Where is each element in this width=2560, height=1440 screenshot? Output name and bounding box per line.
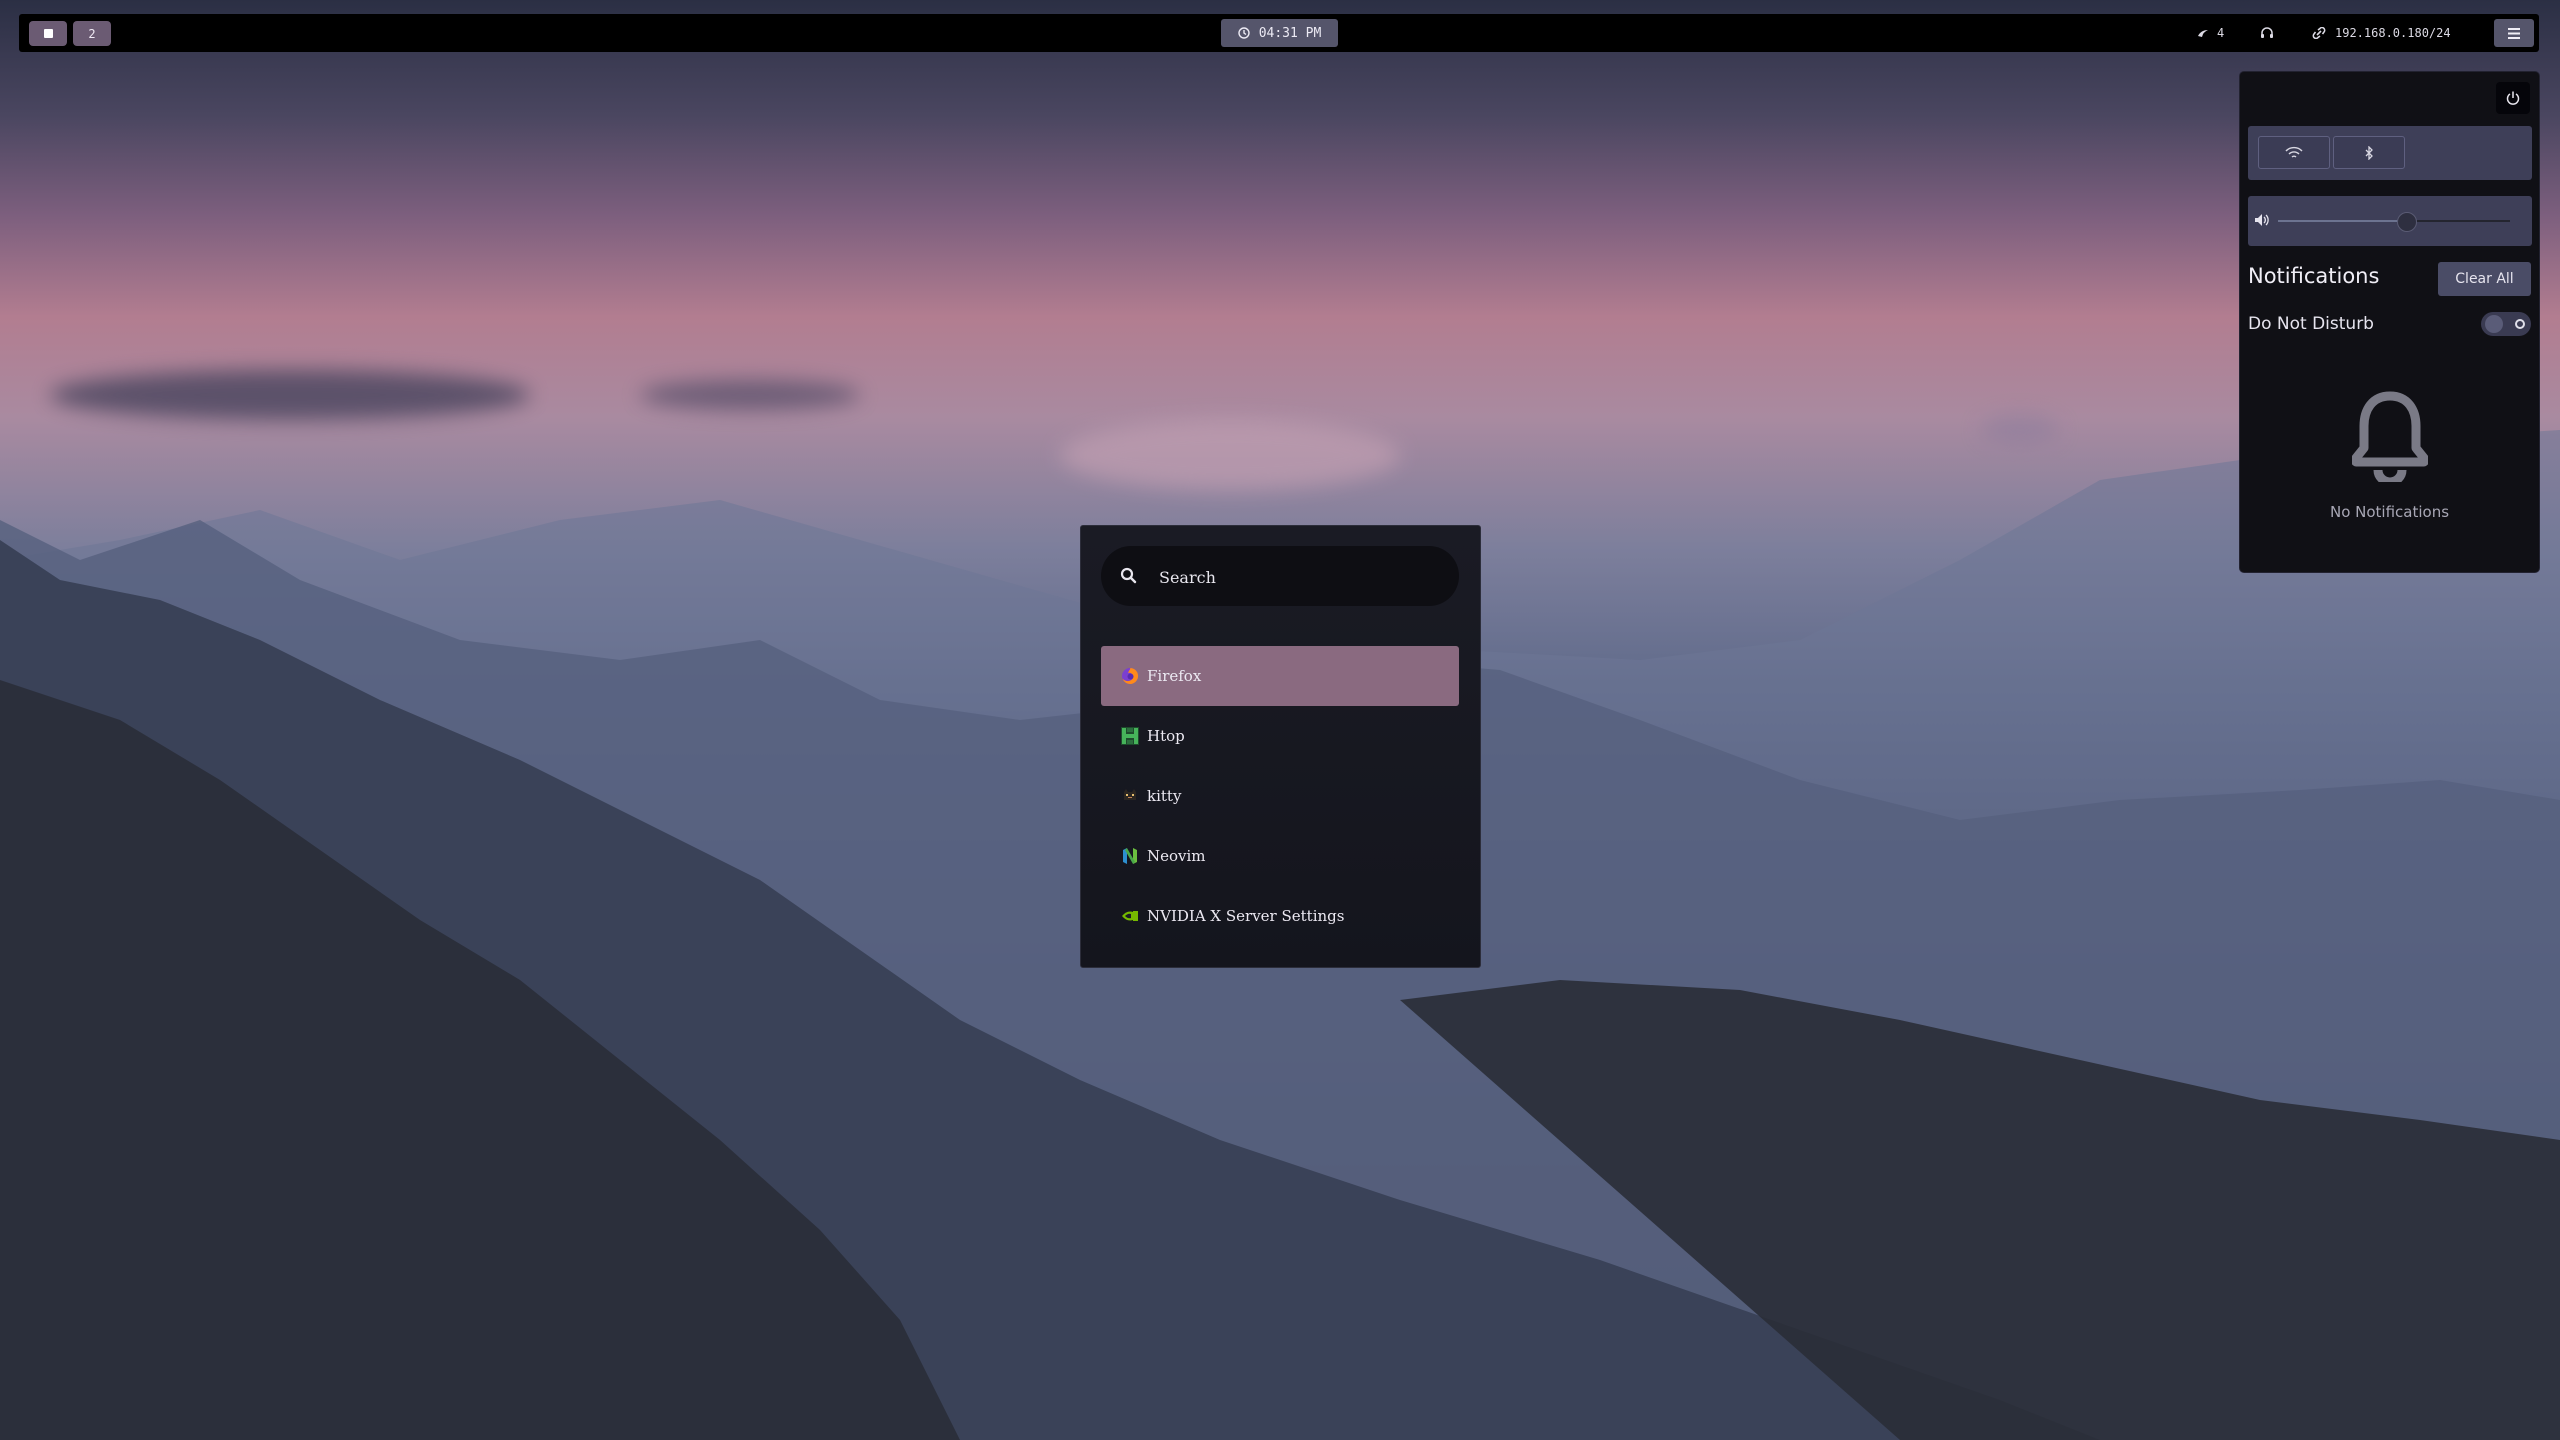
power-button[interactable] bbox=[2496, 82, 2530, 114]
app-item-htop[interactable]: Htop bbox=[1101, 706, 1459, 766]
active-workspace-indicator bbox=[43, 29, 53, 38]
bluetooth-toggle[interactable] bbox=[2333, 136, 2405, 169]
app-item-neovim[interactable]: Neovim bbox=[1101, 826, 1459, 886]
volume-icon[interactable] bbox=[2254, 213, 2270, 227]
ip-address: 192.168.0.180/24 bbox=[2335, 26, 2451, 40]
brightness-icon bbox=[2198, 30, 2208, 37]
headset-icon bbox=[2261, 27, 2273, 38]
app-launcher: Firefox Htop bbox=[1080, 525, 1481, 968]
clear-all-button[interactable]: Clear All bbox=[2438, 262, 2531, 296]
wifi-icon bbox=[2285, 146, 2303, 158]
link-icon bbox=[2312, 27, 2326, 39]
app-item-firefox[interactable]: Firefox bbox=[1101, 646, 1459, 706]
app-name: kitty bbox=[1147, 787, 1182, 805]
app-item-nvidia-settings[interactable]: NVIDIA X Server Settings bbox=[1101, 886, 1459, 946]
app-list: Firefox Htop kitty Neovim NVIDIA X Serve… bbox=[1101, 646, 1459, 946]
kitty-icon bbox=[1121, 787, 1139, 805]
control-panel-button[interactable] bbox=[2494, 19, 2534, 47]
neovim-icon bbox=[1121, 847, 1139, 865]
workspace-1-button[interactable] bbox=[29, 21, 67, 46]
control-panel: Notifications Clear All Do Not Disturb N… bbox=[2240, 72, 2539, 572]
empty-notifications-text: No Notifications bbox=[2329, 503, 2450, 521]
top-bar: 2 04:31 PM 4 192.168.0.180/24 bbox=[19, 14, 2539, 52]
quick-toggles bbox=[2248, 126, 2532, 180]
clock-button[interactable]: 04:31 PM bbox=[1221, 19, 1338, 47]
network-indicator[interactable]: 192.168.0.180/24 bbox=[2311, 23, 2451, 43]
firefox-icon bbox=[1121, 667, 1139, 685]
app-name: NVIDIA X Server Settings bbox=[1147, 907, 1345, 925]
app-item-kitty[interactable]: kitty bbox=[1101, 766, 1459, 826]
volume-control bbox=[2248, 196, 2532, 246]
switch-knob bbox=[2485, 315, 2503, 333]
search-input[interactable] bbox=[1157, 564, 1441, 590]
app-name: Firefox bbox=[1147, 667, 1202, 685]
notifications-title: Notifications bbox=[2248, 264, 2380, 288]
nvidia-icon bbox=[1121, 907, 1139, 925]
workspace-label: 2 bbox=[88, 26, 96, 41]
brightness-value: 4 bbox=[2217, 26, 2225, 40]
wifi-toggle[interactable] bbox=[2258, 136, 2330, 169]
app-name: Neovim bbox=[1147, 847, 1206, 865]
power-icon bbox=[2506, 91, 2520, 105]
volume-slider-thumb[interactable] bbox=[2396, 212, 2417, 232]
clock-icon bbox=[1237, 27, 1250, 39]
headset-indicator[interactable] bbox=[2260, 23, 2274, 43]
clock-text: 04:31 PM bbox=[1258, 25, 1322, 41]
search-bar[interactable] bbox=[1101, 546, 1459, 606]
menu-icon bbox=[2508, 27, 2520, 39]
do-not-disturb-switch[interactable] bbox=[2481, 312, 2531, 336]
bluetooth-icon bbox=[2365, 145, 2373, 160]
app-name: Htop bbox=[1147, 727, 1185, 745]
switch-off-indicator bbox=[2515, 319, 2525, 329]
bell-icon bbox=[2352, 391, 2428, 482]
htop-icon bbox=[1121, 727, 1139, 745]
workspace-2-button[interactable]: 2 bbox=[73, 21, 111, 46]
search-icon bbox=[1120, 567, 1137, 584]
volume-slider[interactable] bbox=[2278, 212, 2510, 232]
volume-slider-fill bbox=[2278, 220, 2406, 222]
brightness-indicator[interactable]: 4 bbox=[2197, 23, 2224, 43]
do-not-disturb-label: Do Not Disturb bbox=[2248, 314, 2374, 334]
